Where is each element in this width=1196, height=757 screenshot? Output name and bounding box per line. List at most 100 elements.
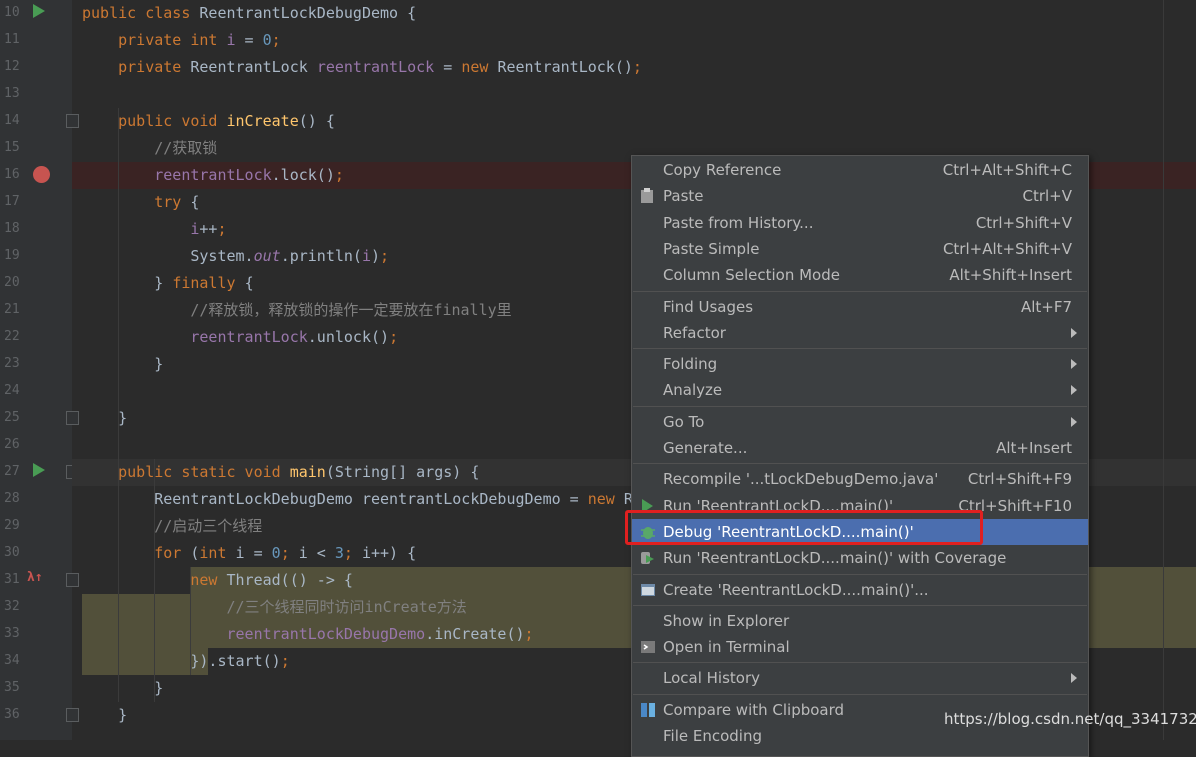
code-line[interactable]: System.out.println(i); bbox=[82, 243, 389, 270]
fold-marker-icon[interactable] bbox=[66, 114, 79, 128]
gutter-line[interactable]: 14 bbox=[0, 108, 79, 135]
code-line[interactable]: } bbox=[82, 702, 127, 729]
editor-gutter[interactable]: 10 11 12 13 14 15 16 17 18 19 20 21 22 23 24 25 26 27 28 29… bbox=[0, 0, 79, 740]
code-line[interactable]: new Thread(() -> { bbox=[82, 567, 353, 594]
code-line[interactable]: ReentrantLockDebugDemo reentrantLockDebu… bbox=[82, 486, 633, 513]
editor-context-menu[interactable]: Copy Reference Ctrl+Alt+Shift+C Paste Ctrl+… bbox=[631, 155, 1089, 757]
fold-marker-icon[interactable] bbox=[66, 708, 79, 722]
menu-item-create-reentrantlockd-main[interactable]: Create 'ReentrantLockD....main()'... bbox=[632, 577, 1088, 603]
run-gutter-icon[interactable] bbox=[33, 463, 45, 477]
menu-item-refactor[interactable]: Refactor bbox=[632, 320, 1088, 346]
code-token: finally bbox=[172, 274, 245, 292]
code-line[interactable]: reentrantLock.lock(); bbox=[82, 162, 344, 189]
gutter-line[interactable]: 26 bbox=[0, 432, 72, 459]
code-token: public static void bbox=[118, 463, 290, 481]
code-line[interactable]: } bbox=[82, 675, 163, 702]
gutter-line[interactable]: 23 bbox=[0, 351, 72, 378]
menu-item-paste[interactable]: Paste Ctrl+V bbox=[632, 183, 1088, 209]
code-token: } bbox=[82, 355, 164, 373]
code-line[interactable]: public void inCreate() { bbox=[82, 108, 335, 135]
vertical-scrollbar[interactable] bbox=[1163, 0, 1164, 740]
code-token: ) bbox=[371, 247, 381, 265]
gutter-line[interactable]: 20 bbox=[0, 270, 72, 297]
menu-item-label: Folding bbox=[663, 355, 718, 374]
breakpoint-icon[interactable] bbox=[33, 166, 50, 183]
code-line[interactable]: } bbox=[82, 351, 163, 378]
gutter-line[interactable]: 33 bbox=[0, 621, 72, 648]
menu-item-label: Run 'ReentrantLockD....main()' with Cove… bbox=[663, 549, 1007, 568]
gutter-line[interactable]: 16 bbox=[0, 162, 72, 189]
menu-item-copy-reference[interactable]: Copy Reference Ctrl+Alt+Shift+C bbox=[632, 157, 1088, 183]
menu-item-paste-from-history[interactable]: Paste from History... Ctrl+Shift+V bbox=[632, 210, 1088, 236]
code-line[interactable]: public class ReentrantLockDebugDemo { bbox=[82, 0, 416, 27]
line-number: 23 bbox=[4, 356, 20, 371]
gutter-line[interactable]: 18 bbox=[0, 216, 72, 243]
code-line[interactable]: reentrantLock.unlock(); bbox=[82, 324, 398, 351]
code-line[interactable]: //获取锁 bbox=[82, 135, 217, 162]
menu-item-go-to[interactable]: Go To bbox=[632, 409, 1088, 435]
gutter-line[interactable]: 19 bbox=[0, 243, 72, 270]
code-token: ; bbox=[632, 58, 642, 76]
gutter-line[interactable]: 17 bbox=[0, 189, 72, 216]
code-line[interactable]: //启动三个线程 bbox=[82, 513, 262, 540]
menu-item-local-history[interactable]: Local History bbox=[632, 665, 1088, 691]
gutter-line[interactable]: 27 bbox=[0, 459, 79, 486]
code-line[interactable]: private int i = 0; bbox=[82, 27, 281, 54]
gutter-line[interactable]: 22 bbox=[0, 324, 72, 351]
menu-item-analyze[interactable]: Analyze bbox=[632, 377, 1088, 403]
line-number: 14 bbox=[4, 113, 20, 128]
gutter-line[interactable]: 25 bbox=[0, 405, 79, 432]
gutter-line[interactable]: 32 bbox=[0, 594, 72, 621]
menu-item-generate[interactable]: Generate... Alt+Insert bbox=[632, 435, 1088, 461]
menu-item-folding[interactable]: Folding bbox=[632, 351, 1088, 377]
gutter-line[interactable]: 29 bbox=[0, 513, 72, 540]
gutter-line[interactable]: 24 bbox=[0, 378, 72, 405]
code-line[interactable]: //释放锁，释放锁的操作一定要放在finally里 bbox=[82, 297, 512, 324]
code-token: } bbox=[82, 274, 173, 292]
code-line[interactable]: i++; bbox=[82, 216, 226, 243]
menu-item-paste-simple[interactable]: Paste Simple Ctrl+Alt+Shift+V bbox=[632, 236, 1088, 262]
gutter-line[interactable]: 12 bbox=[0, 54, 72, 81]
code-line[interactable]: private ReentrantLock reentrantLock = ne… bbox=[82, 54, 642, 81]
gutter-line[interactable]: 13 bbox=[0, 81, 72, 108]
menu-item-run-reentrantlockd-main-with-coverage[interactable]: Run 'ReentrantLockD....main()' with Cove… bbox=[632, 545, 1088, 571]
code-token: ; bbox=[280, 544, 299, 562]
menu-item-recompile-tlockdebugdemo-java[interactable]: Recompile '...tLockDebugDemo.java' Ctrl+S… bbox=[632, 466, 1088, 492]
code-line[interactable]: } bbox=[82, 405, 127, 432]
code-token: .println( bbox=[280, 247, 362, 265]
gutter-line[interactable]: 30 bbox=[0, 540, 72, 567]
fold-marker-icon[interactable] bbox=[66, 573, 79, 587]
fold-marker-icon[interactable] bbox=[66, 411, 79, 425]
menu-item-open-in-terminal[interactable]: Open in Terminal bbox=[632, 634, 1088, 660]
gutter-line[interactable]: 35 bbox=[0, 675, 72, 702]
gutter-line[interactable]: 36 bbox=[0, 702, 79, 729]
gutter-line[interactable]: 28 bbox=[0, 486, 72, 513]
gutter-line[interactable]: 21 bbox=[0, 297, 72, 324]
gutter-line[interactable]: 31 λ↑ bbox=[0, 567, 79, 594]
code-token: i bbox=[226, 31, 236, 49]
terminal-icon bbox=[640, 639, 656, 659]
gutter-line[interactable]: 15 bbox=[0, 135, 72, 162]
code-line[interactable]: reentrantLockDebugDemo.inCreate(); bbox=[82, 621, 534, 648]
code-line[interactable]: public static void main(String[] args) { bbox=[82, 459, 479, 486]
menu-separator bbox=[633, 290, 1087, 292]
submenu-arrow-icon bbox=[1071, 385, 1077, 396]
run-gutter-icon[interactable] bbox=[33, 4, 45, 18]
gutter-line[interactable]: 11 bbox=[0, 27, 72, 54]
code-token: reentrantLock bbox=[154, 166, 272, 184]
code-line[interactable]: for (int i = 0; i < 3; i++) { bbox=[82, 540, 416, 567]
menu-item-show-in-explorer[interactable]: Show in Explorer bbox=[632, 608, 1088, 634]
code-line[interactable]: }).start(); bbox=[82, 648, 289, 675]
code-token: //释放锁，释放锁的操作一定要放在finally里 bbox=[190, 301, 512, 319]
gutter-line[interactable]: 34 bbox=[0, 648, 72, 675]
code-line[interactable]: } finally { bbox=[82, 270, 253, 297]
menu-item-shortcut: Ctrl+Alt+Shift+C bbox=[942, 161, 1072, 179]
menu-item-find-usages[interactable]: Find Usages Alt+F7 bbox=[632, 294, 1088, 320]
menu-item-column-selection-mode[interactable]: Column Selection Mode Alt+Shift+Insert bbox=[632, 262, 1088, 288]
code-line[interactable]: try { bbox=[82, 189, 199, 216]
indent-guide bbox=[118, 108, 119, 702]
gutter-line[interactable]: 10 bbox=[0, 0, 72, 27]
code-line[interactable]: //三个线程同时访问inCreate方法 bbox=[82, 594, 467, 621]
lambda-breakpoint-icon[interactable]: λ↑ bbox=[27, 570, 43, 585]
